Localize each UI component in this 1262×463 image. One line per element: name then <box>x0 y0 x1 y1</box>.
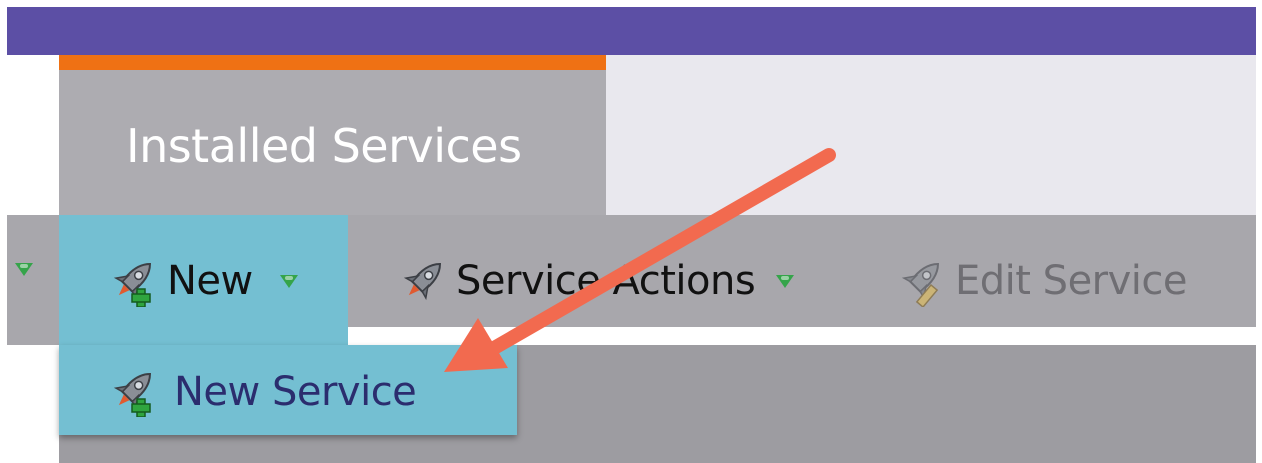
rocket-edit-icon <box>901 263 939 307</box>
dropdown-triangle-icon <box>280 275 298 288</box>
rocket-icon[interactable] <box>397 255 449 307</box>
new-button[interactable]: New <box>59 215 348 345</box>
menu-item-label: New Service <box>174 369 417 415</box>
rocket-add-icon <box>113 373 151 417</box>
service-actions-button[interactable]: Service Actions <box>456 257 756 305</box>
rocket-add-icon <box>113 263 151 307</box>
new-button-label: New <box>167 258 253 304</box>
edit-service-button: Edit Service <box>955 258 1188 304</box>
active-tab-indicator <box>59 55 606 70</box>
toolbar-edge <box>7 327 59 345</box>
dropdown-triangle-icon[interactable] <box>776 275 794 288</box>
tab-label: Installed Services <box>126 119 522 173</box>
menu-item-new-service[interactable]: New Service <box>59 345 517 435</box>
new-dropdown-menu: New Service <box>59 345 517 435</box>
dropdown-triangle-icon[interactable] <box>15 263 33 276</box>
top-header-bar <box>7 7 1256 55</box>
